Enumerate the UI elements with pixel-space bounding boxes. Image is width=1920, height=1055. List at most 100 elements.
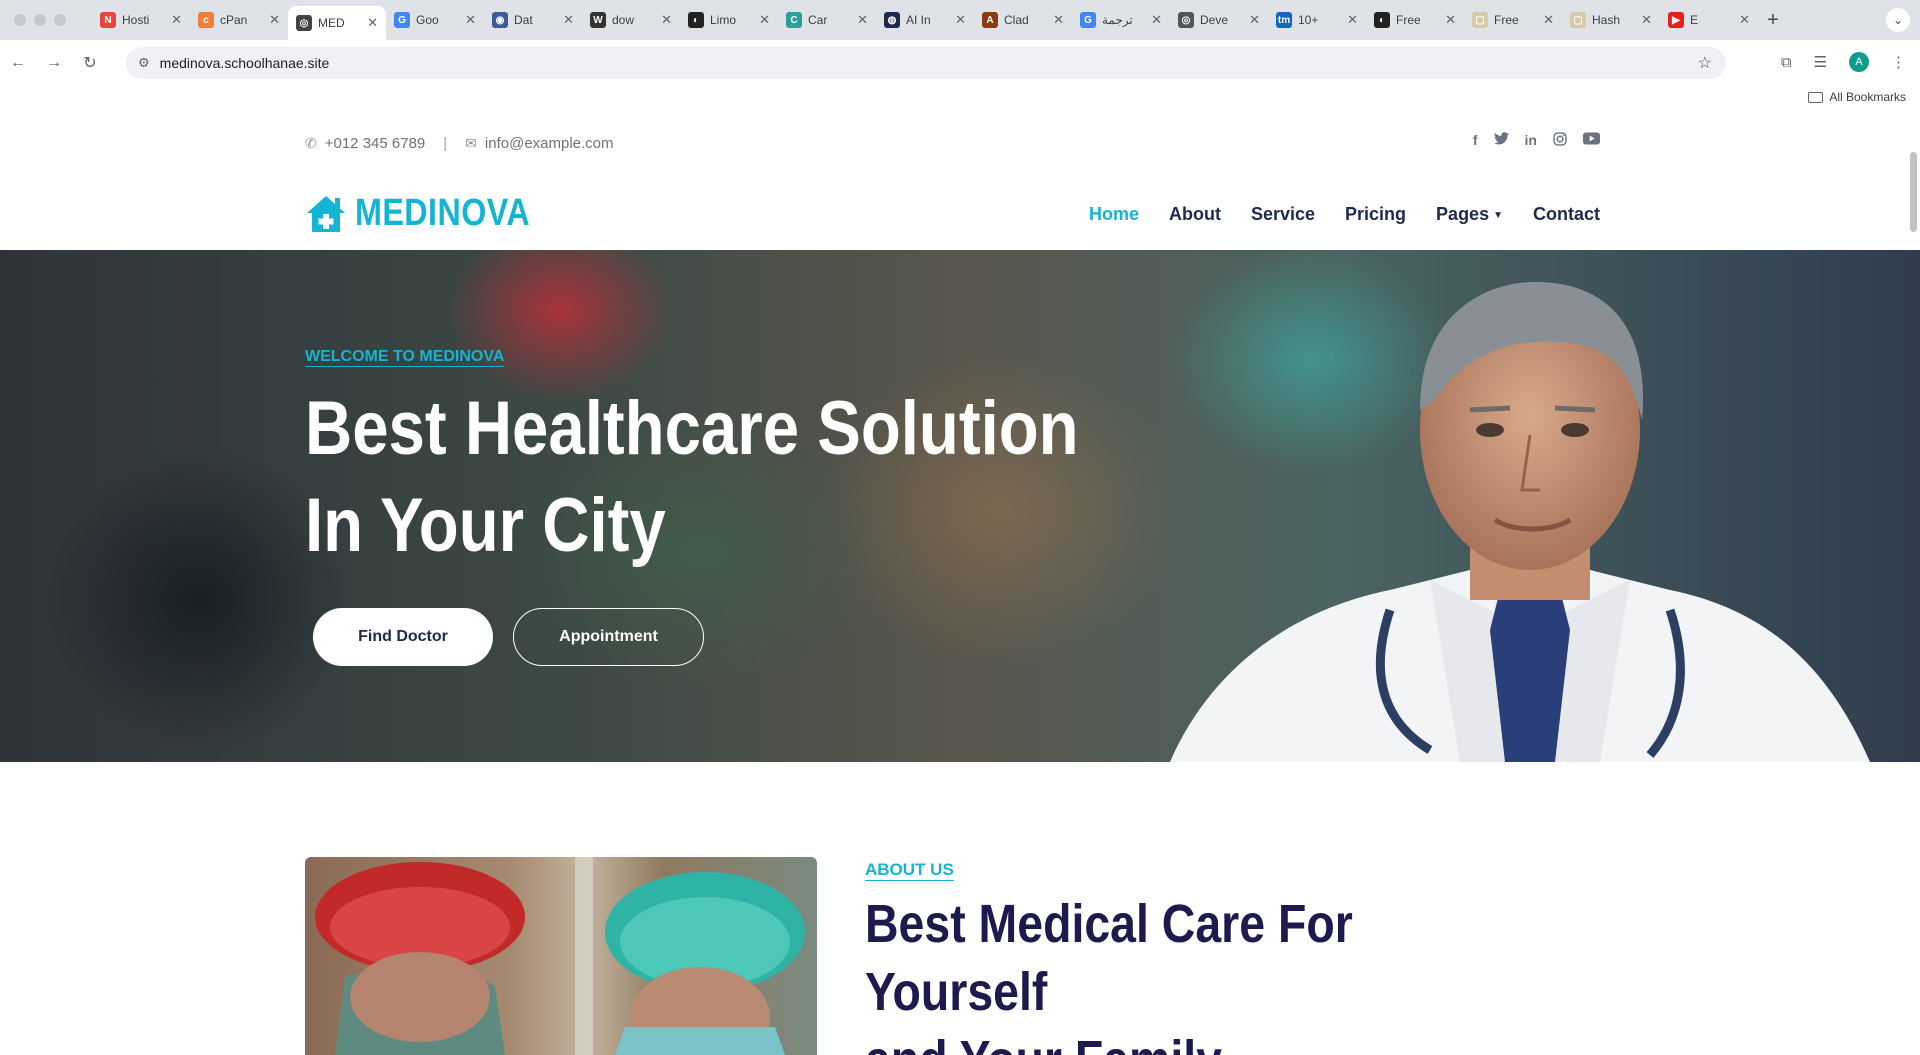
nav-item-pricing[interactable]: Pricing (1345, 204, 1406, 225)
tab-close-icon[interactable]: ✕ (1249, 12, 1260, 28)
tab-close-icon[interactable]: ✕ (367, 15, 378, 31)
facebook-icon[interactable]: f (1473, 132, 1478, 149)
browser-tab[interactable]: ◉ Dat ✕ (484, 0, 582, 40)
tab-close-icon[interactable]: ✕ (269, 12, 280, 28)
minimize-window-icon[interactable] (34, 14, 46, 26)
about-title-line-1: Best Medical Care For Yourself (865, 894, 1353, 1022)
site-logo[interactable]: MEDINOVA (305, 192, 561, 235)
main-navbar: MEDINOVA Home About Service Pricing Page… (305, 182, 1600, 254)
browser-tab[interactable]: ◐ Free ✕ (1366, 0, 1464, 40)
profile-avatar[interactable]: A (1849, 52, 1869, 72)
browser-tab[interactable]: ▶ E ✕ (1660, 0, 1758, 40)
browser-tab[interactable]: C Car ✕ (778, 0, 876, 40)
address-bar[interactable]: ⚙ medinova.schoolhanae.site ☆ (126, 47, 1726, 79)
tab-title: E (1690, 13, 1699, 27)
nav-item-pages-dropdown[interactable]: Pages ▼ (1436, 204, 1503, 225)
tab-favicon-icon: G (1080, 12, 1096, 28)
tab-title: Deve (1200, 13, 1229, 27)
tab-close-icon[interactable]: ✕ (1641, 12, 1652, 28)
tab-close-icon[interactable]: ✕ (1151, 12, 1162, 28)
maximize-window-icon[interactable] (54, 14, 66, 26)
tab-close-icon[interactable]: ✕ (857, 12, 868, 28)
all-bookmarks-button[interactable]: All Bookmarks (1808, 90, 1906, 104)
twitter-icon[interactable] (1493, 132, 1509, 149)
back-arrow-icon[interactable]: ← (0, 54, 36, 72)
tab-close-icon[interactable]: ✕ (661, 12, 672, 28)
tab-close-icon[interactable]: ✕ (465, 12, 476, 28)
tab-title: Hosti (122, 13, 150, 27)
tab-favicon-icon: tm (1276, 12, 1292, 28)
social-links: f in (1473, 132, 1600, 149)
tab-title: cPan (220, 13, 248, 27)
browser-tab[interactable]: ▢ Hash ✕ (1562, 0, 1660, 40)
contact-topbar: ✆ +012 345 6789 | ✉ info@example.com f i… (305, 130, 1600, 156)
new-tab-button[interactable]: + (1758, 9, 1788, 32)
tab-favicon-icon: ◎ (296, 15, 312, 31)
web-page: ✆ +012 345 6789 | ✉ info@example.com f i… (0, 112, 1920, 1055)
menu-kebab-icon[interactable]: ⋮ (1891, 53, 1906, 71)
nav-item-contact[interactable]: Contact (1533, 204, 1600, 225)
tab-title: Dat (514, 13, 533, 27)
browser-tab[interactable]: Wdow ✕ (582, 0, 680, 40)
browser-tab[interactable]: A Clad ✕ (974, 0, 1072, 40)
doctor-portrait-image (1170, 281, 1870, 762)
tab-favicon-icon: A (982, 12, 998, 28)
forward-arrow-icon[interactable]: → (36, 54, 72, 72)
about-title: Best Medical Care For Yourself and Your … (865, 890, 1519, 1055)
email-address: info@example.com (484, 134, 614, 152)
nav-item-home[interactable]: Home (1088, 204, 1139, 254)
instagram-icon[interactable] (1553, 132, 1567, 149)
youtube-icon[interactable] (1583, 132, 1600, 149)
find-doctor-button[interactable]: Find Doctor (313, 608, 493, 666)
reload-icon[interactable]: ↻ (72, 53, 108, 73)
hero-title-line-1: Best Healthcare Solution (305, 386, 1079, 471)
tab-close-icon[interactable]: ✕ (1445, 12, 1456, 28)
tab-favicon-icon: ◉ (492, 12, 508, 28)
nav-item-service[interactable]: Service (1251, 204, 1315, 225)
site-settings-icon[interactable]: ⚙ (138, 55, 150, 71)
browser-tab[interactable]: ◐ Limo ✕ (680, 0, 778, 40)
tab-favicon-icon: G (394, 12, 410, 28)
house-plus-icon (305, 194, 347, 234)
tab-close-icon[interactable]: ✕ (1053, 12, 1064, 28)
hero-title-line-2: In Your City (305, 483, 666, 568)
extensions-icon[interactable]: ⧉ (1781, 54, 1792, 71)
tab-title: Car (808, 13, 828, 27)
topbar-separator: | (443, 134, 448, 152)
browser-tab[interactable]: ◎ MED ✕ (288, 6, 386, 40)
browser-tab[interactable]: c cPan ✕ (190, 0, 288, 40)
nav-item-about[interactable]: About (1169, 204, 1221, 225)
browser-tab[interactable]: ◍ AI In ✕ (876, 0, 974, 40)
browser-tab[interactable]: G ترجمة ✕ (1072, 0, 1170, 40)
browser-tab[interactable]: G Goo ✕ (386, 0, 484, 40)
tab-close-icon[interactable]: ✕ (563, 12, 574, 28)
bookmarks-bar: All Bookmarks (0, 86, 1920, 112)
browser-tab[interactable]: ▢ Free ✕ (1464, 0, 1562, 40)
tab-close-icon[interactable]: ✕ (955, 12, 966, 28)
window-controls (0, 14, 92, 26)
all-bookmarks-label: All Bookmarks (1829, 90, 1906, 104)
tab-close-icon[interactable]: ✕ (1543, 12, 1554, 28)
appointment-button[interactable]: Appointment (513, 608, 704, 666)
tab-favicon-icon: ▶ (1668, 12, 1684, 28)
reading-list-icon[interactable]: ☰ (1814, 53, 1827, 71)
hero-title: Best Healthcare Solution In Your City (305, 380, 1079, 574)
linkedin-icon[interactable]: in (1525, 132, 1537, 149)
hero-kicker: WELCOME TO MEDINOVA (305, 348, 505, 365)
browser-tab[interactable]: tm 10+ ✕ (1268, 0, 1366, 40)
tab-list: N Hosti ✕ c cPan ✕ ◎ MED ✕ G Goo ✕ ◉ Dat ✕ Wdow ✕ ◐ Limo ✕ C… (92, 0, 1758, 40)
tab-favicon-icon: ◐ (1374, 12, 1390, 28)
phone-icon: ✆ (305, 134, 317, 151)
tab-search-chevron-icon[interactable]: ⌄ (1886, 8, 1910, 32)
about-surgeons-image (305, 857, 817, 1055)
page-scrollbar[interactable] (1910, 152, 1917, 232)
tab-close-icon[interactable]: ✕ (1739, 12, 1750, 28)
close-window-icon[interactable] (14, 14, 26, 26)
bookmark-star-icon[interactable]: ☆ (1698, 53, 1712, 73)
browser-tab[interactable]: N Hosti ✕ (92, 0, 190, 40)
tab-close-icon[interactable]: ✕ (171, 12, 182, 28)
url-text[interactable]: medinova.schoolhanae.site (160, 55, 330, 71)
tab-close-icon[interactable]: ✕ (759, 12, 770, 28)
browser-tab[interactable]: ◎ Deve ✕ (1170, 0, 1268, 40)
tab-close-icon[interactable]: ✕ (1347, 12, 1358, 28)
